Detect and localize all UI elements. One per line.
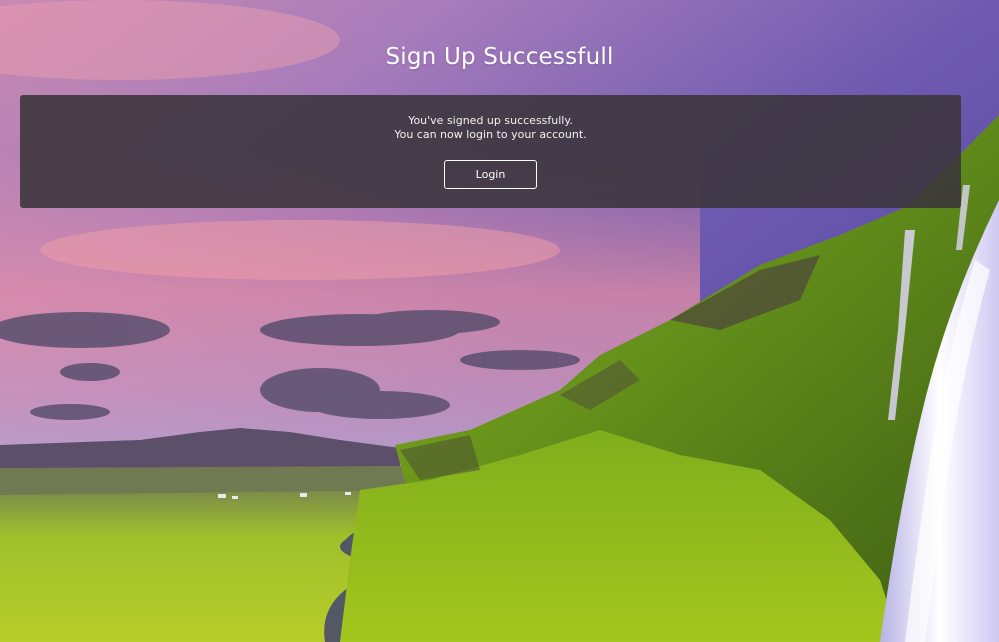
page: Sign Up Successfull You've signed up suc… [0, 0, 999, 642]
success-panel: You've signed up successfully. You can n… [20, 95, 961, 208]
page-title: Sign Up Successfull [385, 44, 614, 70]
login-button[interactable]: Login [444, 160, 537, 189]
login-hint-message: You can now login to your account. [394, 128, 587, 141]
success-message: You've signed up successfully. [408, 114, 573, 127]
